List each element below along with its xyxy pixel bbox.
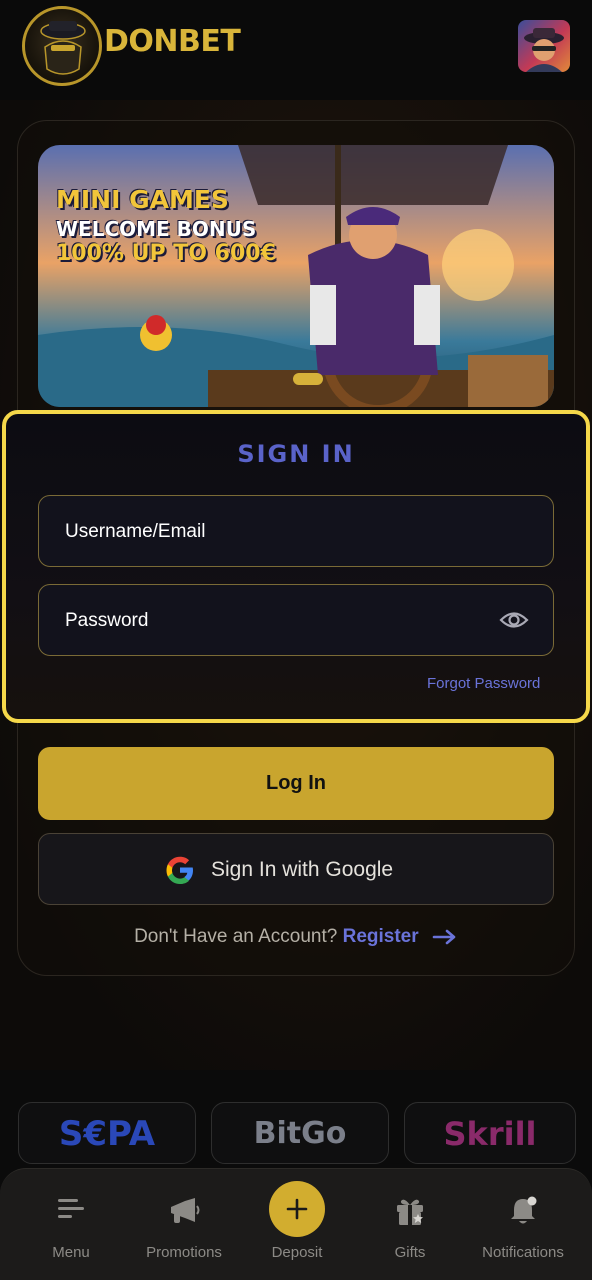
gift-icon <box>397 1199 423 1225</box>
register-prompt: Don't Have an Account? Register <box>0 926 592 948</box>
user-avatar[interactable] <box>518 20 570 72</box>
register-link[interactable]: Register <box>343 926 419 947</box>
megaphone-icon <box>171 1198 200 1223</box>
brand-name[interactable]: DONBET <box>104 24 241 59</box>
nav-promotions-label: Promotions <box>146 1244 222 1261</box>
nav-menu[interactable]: Menu <box>11 1186 131 1261</box>
nav-notifications-label: Notifications <box>482 1244 564 1261</box>
eye-icon[interactable] <box>499 608 529 632</box>
bell-icon <box>511 1196 537 1224</box>
promo-banner[interactable]: MINI GAMES WELCOME BONUS 100% UP TO 600€ <box>38 145 554 407</box>
nav-notifications[interactable]: Notifications <box>463 1186 583 1261</box>
nav-deposit-label[interactable]: Deposit <box>237 1244 357 1261</box>
no-account-text: Don't Have an Account? <box>134 926 338 947</box>
bitgo-logo: BitGo <box>211 1102 389 1164</box>
skrill-logo: Skrill <box>404 1102 576 1164</box>
carousel-indicator[interactable] <box>293 373 323 385</box>
deposit-button[interactable] <box>269 1181 325 1237</box>
sign-in-title: SIGN IN <box>237 440 355 468</box>
google-sign-in-button[interactable]: Sign In with Google <box>38 833 554 905</box>
arrow-right-icon[interactable] <box>432 929 458 945</box>
nav-menu-label: Menu <box>52 1244 90 1261</box>
google-icon <box>166 856 193 884</box>
plus-icon <box>286 1198 308 1220</box>
nav-gifts-label: Gifts <box>394 1244 426 1261</box>
banner-subheadline: WELCOME BONUS <box>56 217 257 241</box>
menu-icon <box>58 1199 84 1218</box>
banner-offer: 100% UP TO 600€ <box>56 241 276 266</box>
google-sign-in-label: Sign In with Google <box>211 858 394 881</box>
nav-promotions[interactable]: Promotions <box>124 1186 244 1261</box>
gangster-logo-icon[interactable] <box>22 6 102 86</box>
banner-headline: MINI GAMES <box>56 185 229 214</box>
nav-gifts[interactable]: Gifts <box>350 1186 470 1261</box>
password-placeholder: Password <box>65 610 149 631</box>
log-in-button[interactable]: Log In <box>38 747 554 820</box>
password-field[interactable]: Password <box>38 584 554 656</box>
sepa-logo: S€PA <box>18 1102 196 1164</box>
username-email-field[interactable]: Username/Email <box>38 495 554 567</box>
username-placeholder: Username/Email <box>65 521 206 542</box>
forgot-password-link[interactable]: Forgot Password <box>427 675 540 692</box>
